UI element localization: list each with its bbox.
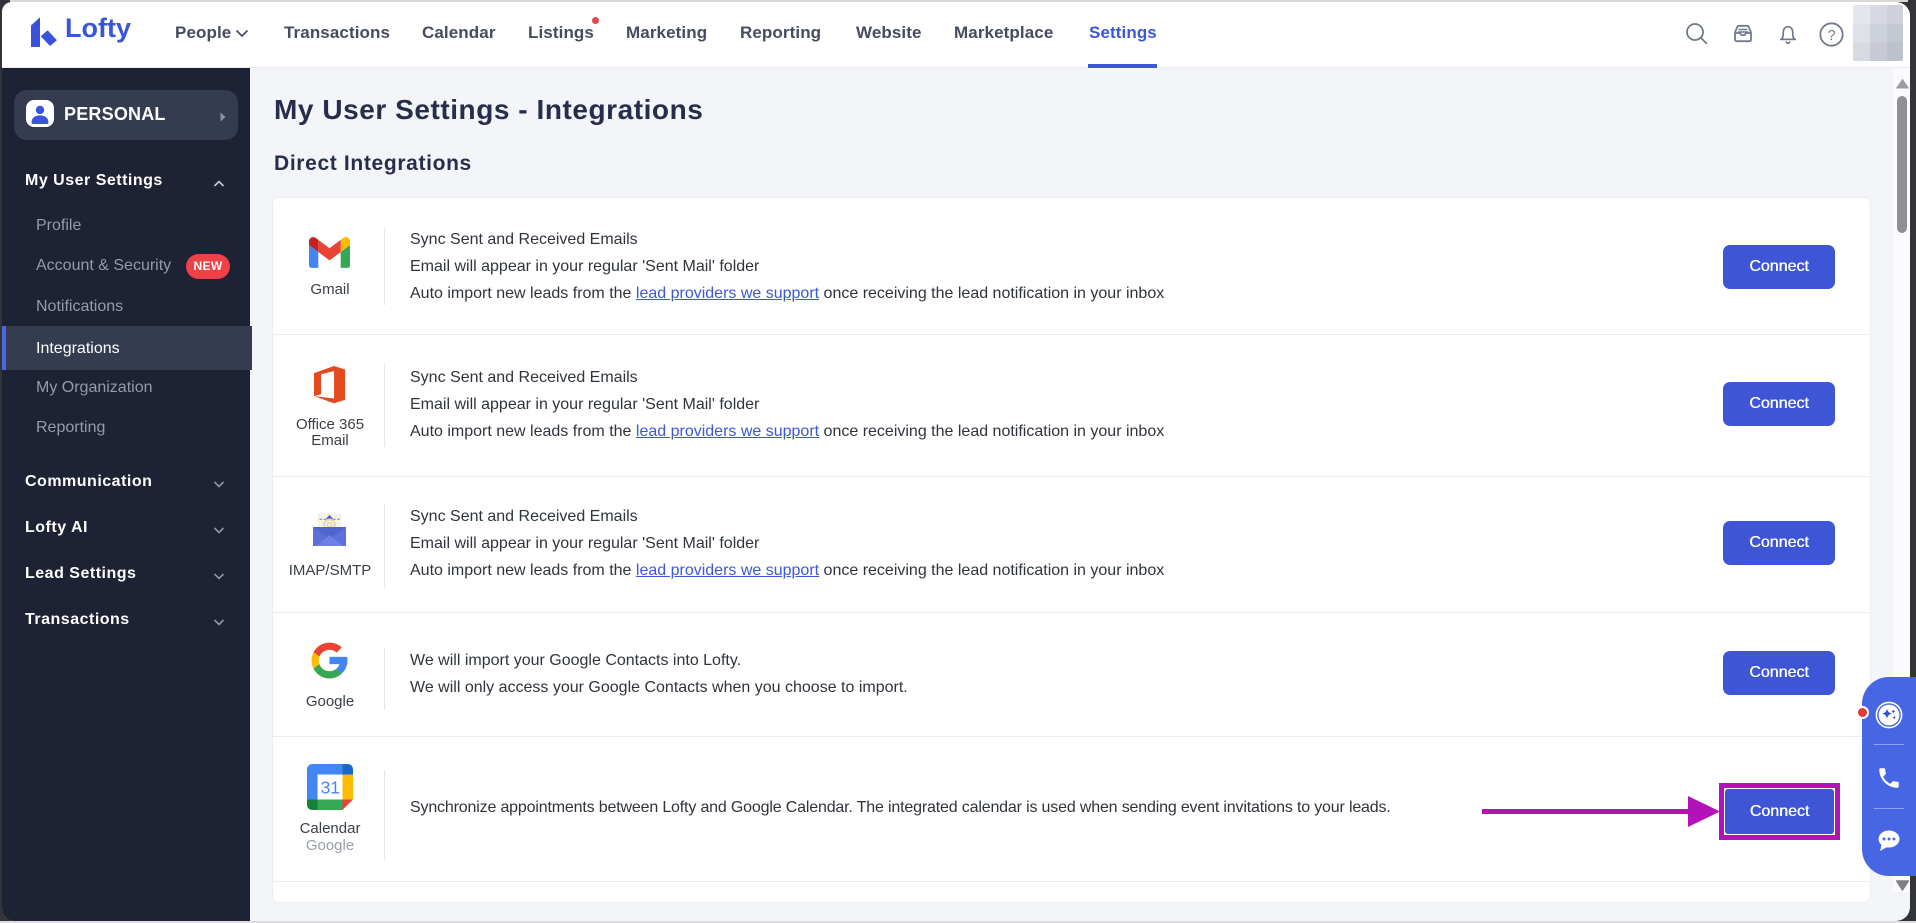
svg-text:?: ?	[1827, 28, 1835, 44]
svg-text:31: 31	[321, 778, 340, 798]
